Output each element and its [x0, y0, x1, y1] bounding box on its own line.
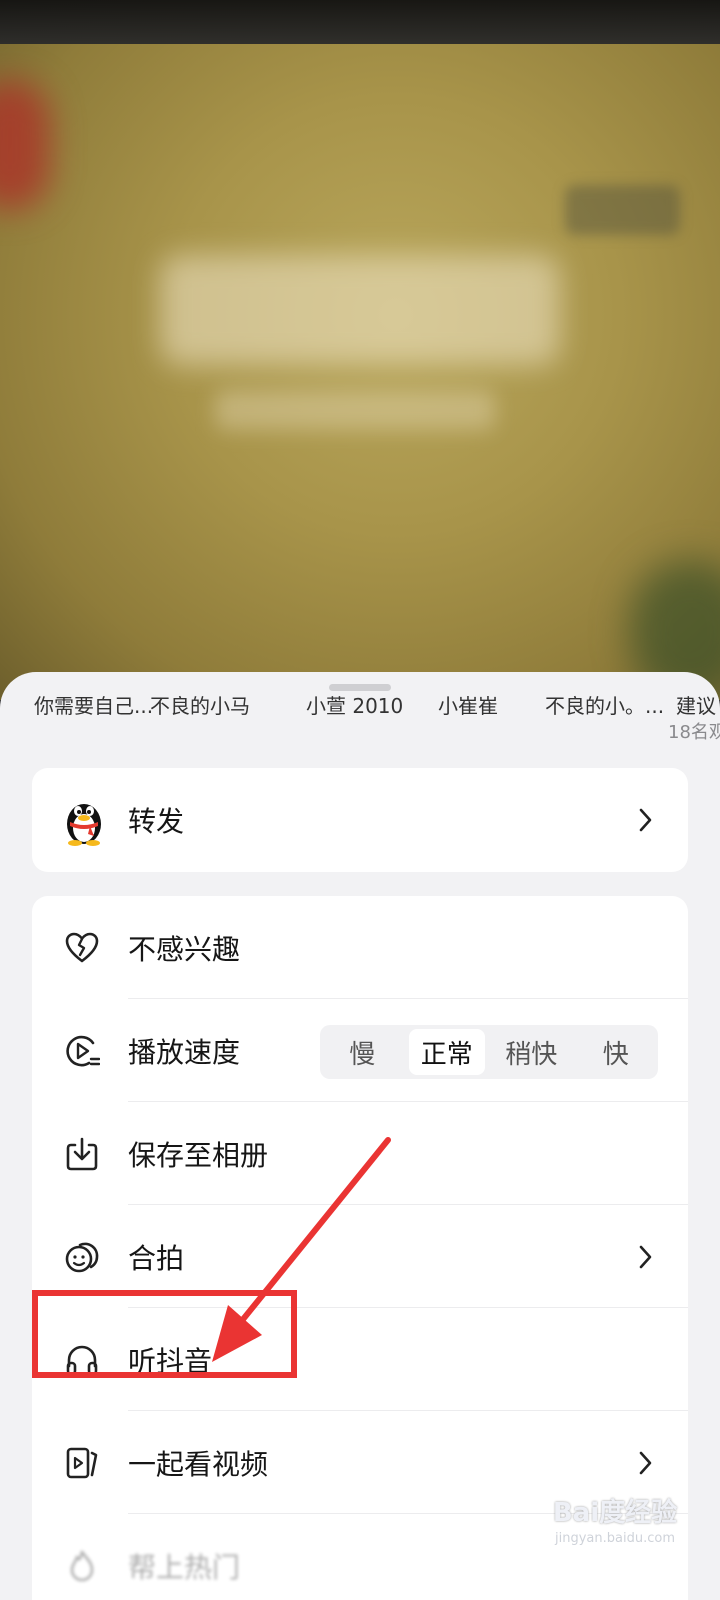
not-interested-row[interactable]: 不感兴趣 [32, 896, 688, 999]
top-bar-blurred [0, 0, 720, 44]
annotation-highlight-box [32, 1290, 297, 1378]
chevron-right-icon [639, 1245, 652, 1269]
blurred-video-subtitle [215, 390, 495, 430]
broken-heart-icon [65, 932, 99, 963]
share-target-name[interactable]: 小萱 2010 [306, 690, 403, 719]
share-target-row: 你需要自己... 不良的小马 小萱 2010 小崔崔 不良的小。... 建议 [0, 690, 720, 720]
watch-together-icon [66, 1447, 98, 1479]
hot-topic-label: 帮上热门 [128, 1551, 241, 1584]
duet-icon [65, 1242, 99, 1273]
baidu-watermark: Bai度经验 jingyan.baidu.com [540, 1492, 690, 1572]
qq-penguin-icon [67, 804, 101, 846]
speed-option-slow[interactable]: 慢 [324, 1029, 401, 1075]
share-target-name[interactable]: 你需要自己... [34, 690, 153, 719]
blurred-shape [0, 80, 50, 210]
fire-icon [70, 1550, 94, 1582]
share-target-name[interactable]: 不良的小。... [545, 690, 664, 719]
playback-speed-icon [66, 1035, 100, 1067]
video-background [0, 0, 720, 700]
watermark-url: jingyan.baidu.com [555, 1531, 675, 1546]
playback-speed-row: 播放速度 慢 正常 稍快 快 [32, 999, 688, 1102]
watermark-brand: Bai度经验 [552, 1498, 678, 1528]
speed-option-fast[interactable]: 快 [578, 1029, 655, 1075]
share-bottom-sheet: 你需要自己... 不良的小马 小萱 2010 小崔崔 不良的小。... 建议 1… [0, 672, 720, 1600]
share-target-name[interactable]: 小崔崔 [438, 690, 498, 719]
playback-speed-label: 播放速度 [128, 1036, 241, 1069]
playback-speed-selector: 慢 正常 稍快 快 [320, 1025, 658, 1079]
viewer-count: 18名观 [668, 722, 720, 743]
share-target-name[interactable]: 建议 [676, 690, 716, 719]
blurred-badge [565, 185, 680, 235]
blurred-video-title [160, 255, 560, 365]
not-interested-label: 不感兴趣 [128, 933, 241, 966]
forward-row[interactable]: 转发 [32, 768, 688, 871]
watch-together-label: 一起看视频 [128, 1448, 269, 1481]
chevron-right-icon [639, 1451, 652, 1475]
forward-card: 转发 [32, 768, 688, 872]
save-to-album-row[interactable]: 保存至相册 [32, 1102, 688, 1205]
download-icon [66, 1137, 98, 1171]
duet-label: 合拍 [128, 1242, 185, 1275]
chevron-right-icon [639, 808, 652, 832]
speed-option-faster[interactable]: 稍快 [493, 1029, 570, 1075]
save-to-album-label: 保存至相册 [128, 1139, 269, 1172]
speed-option-normal[interactable]: 正常 [408, 1029, 485, 1075]
forward-label: 转发 [128, 805, 185, 838]
share-target-name[interactable]: 不良的小马 [150, 690, 250, 719]
